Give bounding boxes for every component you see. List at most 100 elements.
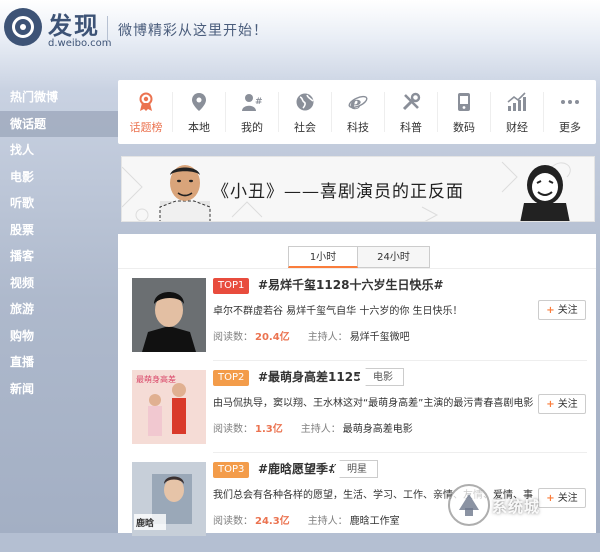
divider [213, 360, 587, 361]
category-label: 科技 [347, 121, 369, 134]
sidebar-item-podcasts[interactable]: 播客 [0, 243, 118, 270]
globe-icon [296, 93, 314, 111]
user-hash-icon: # [242, 94, 262, 111]
topic-description: 由马侃执导，窦以翔、王水林这对“最萌身高差”主演的最污青春喜剧电影… [213, 398, 533, 409]
host-label: 主持人： [300, 424, 341, 435]
svg-text:最萌身高差: 最萌身高差 [136, 374, 176, 384]
host-name[interactable]: 易烊千玺微吧 [350, 332, 410, 343]
topic-meta: 阅读数： 1.3亿 主持人： 最萌身高差电影 [213, 420, 413, 435]
read-count: 20.4亿 [255, 332, 290, 343]
category-topic-chart[interactable]: 话题榜 [120, 80, 172, 144]
sidebar-item-travel[interactable]: 旅游 [0, 296, 118, 323]
medal-icon [139, 92, 153, 111]
read-count-label: 阅读数： [213, 424, 253, 435]
rank-badge: TOP3 [213, 462, 250, 478]
category-label: 本地 [188, 121, 210, 134]
follow-button-label: 关注 [557, 305, 578, 316]
sidebar-item-hot-weibo[interactable]: 热门微博 [0, 84, 118, 111]
read-count: 1.3亿 [255, 424, 283, 435]
tools-icon [402, 92, 421, 111]
follow-button[interactable]: + 关注 [538, 488, 586, 508]
sidebar-item-videos[interactable]: 视频 [0, 270, 118, 297]
svg-text:#: # [255, 97, 262, 107]
banner-text: 《小丑》——喜剧演员的正反面 [212, 182, 464, 202]
svg-text:e: e [350, 93, 361, 112]
sidebar-item-stocks[interactable]: 股票 [0, 217, 118, 244]
category-tech[interactable]: e 科技 [332, 80, 384, 144]
divider [213, 452, 587, 453]
category-label: 我的 [241, 121, 263, 134]
plus-icon: + [546, 493, 555, 504]
main-content: 话题榜 本地 # 我的 社会 e 科技 科普 数码 财经 更多 《小丑》——喜剧… [118, 80, 596, 536]
sidebar-item-music[interactable]: 听歌 [0, 190, 118, 217]
sidebar-item-news[interactable]: 新闻 [0, 376, 118, 403]
topic-title[interactable]: #最萌身高差1125# [258, 368, 372, 385]
category-science[interactable]: 科普 [385, 80, 437, 144]
clown-mask-image [520, 165, 570, 221]
plus-icon: + [546, 399, 555, 410]
site-domain: d.weibo.com [48, 38, 112, 49]
category-society[interactable]: 社会 [279, 80, 331, 144]
category-tag[interactable]: 电影 [358, 368, 404, 386]
topic-description: 卓尔不群虚若谷 易烊千玺气自华 十六岁的你 生日快乐！ [213, 306, 463, 317]
follow-button[interactable]: + 关注 [538, 394, 586, 414]
topic-thumbnail[interactable]: 鹿晗 [132, 462, 206, 536]
sidebar-item-shopping[interactable]: 购物 [0, 323, 118, 350]
promo-banner[interactable]: 《小丑》——喜剧演员的正反面 [121, 156, 595, 222]
sidebar: 热门微博 微话题 找人 电影 听歌 股票 播客 视频 旅游 购物 直播 新闻 [0, 84, 118, 402]
topic-row: 最萌身高差 TOP2 #最萌身高差1125# 电影 由马侃执导，窦以翔、王水林这… [118, 368, 596, 460]
header-divider [107, 16, 108, 46]
host-name[interactable]: 最萌身高差电影 [343, 424, 413, 435]
hot-topics-panel: 1小时 24小时 TOP1 #易烊千玺1128十六岁生日快乐# 卓尔不群虚若谷 … [118, 234, 596, 536]
sidebar-item-movies[interactable]: 电影 [0, 164, 118, 191]
divider [118, 268, 596, 269]
comedian-photo [159, 165, 211, 221]
topic-meta: 阅读数： 20.4亿 主持人： 易烊千玺微吧 [213, 328, 410, 343]
topic-thumbnail[interactable]: 最萌身高差 [132, 370, 206, 444]
category-label: 财经 [506, 121, 528, 134]
tab-24-hours[interactable]: 24小时 [358, 246, 430, 268]
category-bar: 话题榜 本地 # 我的 社会 e 科技 科普 数码 财经 更多 [118, 80, 596, 144]
category-label: 社会 [294, 121, 316, 134]
follow-button[interactable]: + 关注 [538, 300, 586, 320]
topic-description: 我们总会有各种各样的愿望，生活、学习、工作、亲情、友情、爱情、事… [213, 490, 533, 501]
rank-badge: TOP2 [213, 370, 250, 386]
topic-thumbnail[interactable] [132, 278, 206, 352]
category-local[interactable]: 本地 [173, 80, 225, 144]
svg-text:鹿晗: 鹿晗 [135, 517, 154, 529]
category-label: 数码 [453, 121, 475, 134]
phone-icon [458, 93, 470, 111]
follow-button-label: 关注 [557, 399, 578, 410]
topic-meta: 阅读数： 24.3亿 主持人： 鹿晗工作室 [213, 512, 400, 527]
category-finance[interactable]: 财经 [491, 80, 543, 144]
topic-title[interactable]: #易烊千玺1128十六岁生日快乐# [258, 276, 444, 293]
host-label: 主持人： [307, 516, 348, 527]
location-pin-icon [192, 93, 206, 111]
tab-1-hour[interactable]: 1小时 [288, 246, 358, 268]
page-title: 发现 [48, 12, 100, 40]
topic-title[interactable]: #鹿晗愿望季# [258, 460, 338, 477]
category-digital[interactable]: 数码 [438, 80, 490, 144]
plus-icon: + [546, 305, 555, 316]
topic-row: TOP1 #易烊千玺1128十六岁生日快乐# 卓尔不群虚若谷 易烊千玺气自华 十… [118, 278, 596, 368]
category-label: 更多 [559, 121, 581, 134]
category-mine[interactable]: # 我的 [226, 80, 278, 144]
host-name[interactable]: 鹿晗工作室 [350, 516, 400, 527]
sidebar-item-topics[interactable]: 微话题 [0, 110, 118, 137]
read-count: 24.3亿 [255, 516, 290, 527]
rank-badge: TOP1 [213, 278, 250, 294]
host-label: 主持人： [307, 332, 348, 343]
ie-browser-icon: e [348, 93, 368, 112]
sidebar-item-find-people[interactable]: 找人 [0, 137, 118, 164]
sidebar-item-live[interactable]: 直播 [0, 349, 118, 376]
time-range-toggle: 1小时 24小时 [288, 246, 430, 268]
more-dots-icon [561, 100, 579, 104]
weibo-discover-logo-icon[interactable] [4, 8, 42, 46]
category-label: 话题榜 [129, 121, 163, 134]
category-tag[interactable]: 明星 [332, 460, 378, 478]
bar-chart-icon [507, 92, 526, 111]
topic-row: 鹿晗 TOP3 #鹿晗愿望季# 明星 我们总会有各种各样的愿望，生活、学习、工作… [118, 460, 596, 552]
read-count-label: 阅读数： [213, 516, 253, 527]
slogan: 微博精彩从这里开始！ [118, 23, 268, 39]
category-more[interactable]: 更多 [544, 80, 596, 144]
